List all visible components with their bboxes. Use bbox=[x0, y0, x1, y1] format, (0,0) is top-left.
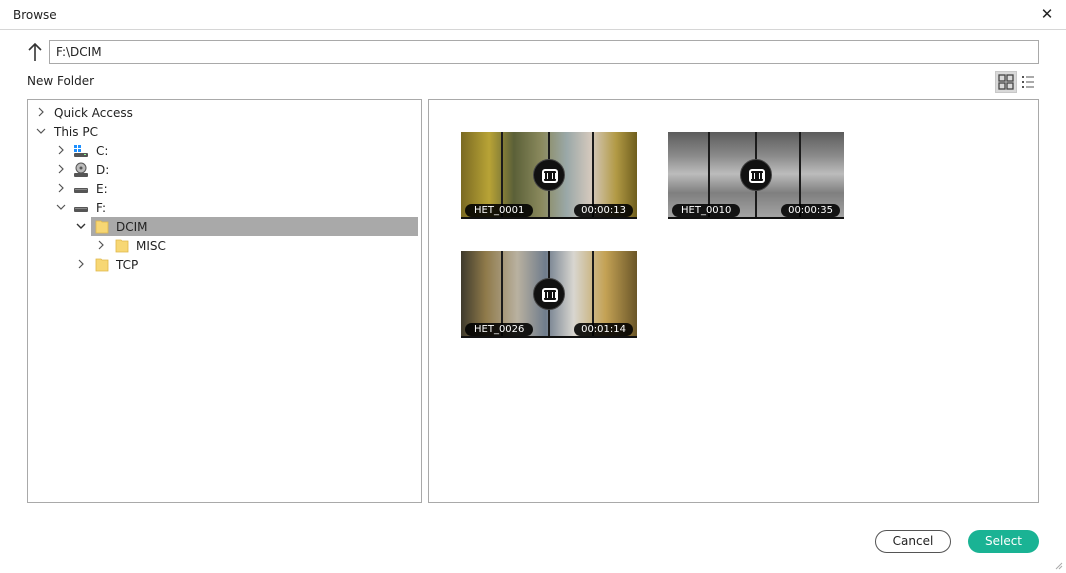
tree-item-label: MISC bbox=[136, 239, 166, 253]
video-name: HET_0010 bbox=[672, 204, 741, 217]
tree-item-d-drive[interactable]: D: bbox=[28, 160, 421, 179]
tree-item-label: TCP bbox=[116, 258, 139, 272]
video-play-icon bbox=[533, 278, 565, 310]
drive-icon bbox=[74, 207, 88, 212]
new-folder-button[interactable]: New Folder bbox=[27, 74, 94, 88]
cancel-button[interactable]: Cancel bbox=[875, 530, 951, 553]
title-bar: Browse ✕ bbox=[0, 0, 1066, 30]
path-input[interactable] bbox=[49, 40, 1039, 64]
windows-drive-icon bbox=[74, 145, 88, 157]
chevron-right-icon[interactable] bbox=[95, 239, 107, 251]
tree-item-c-drive[interactable]: C: bbox=[28, 141, 421, 160]
chevron-right-icon[interactable] bbox=[75, 258, 87, 270]
video-play-icon bbox=[740, 159, 772, 191]
thumbnail-border bbox=[461, 336, 637, 338]
tree-item-tcp[interactable]: TCP bbox=[28, 255, 421, 274]
folder-icon bbox=[95, 258, 109, 272]
tree-item-label: C: bbox=[96, 144, 109, 158]
tree-item-label: D: bbox=[96, 163, 110, 177]
tree-item-misc[interactable]: MISC bbox=[28, 236, 421, 255]
folder-icon bbox=[115, 239, 129, 253]
video-duration: 00:00:35 bbox=[781, 204, 840, 217]
up-arrow-icon[interactable] bbox=[26, 41, 44, 63]
video-thumbnail[interactable]: HET_0026 00:01:14 bbox=[461, 251, 637, 338]
tree-item-label: E: bbox=[96, 182, 108, 196]
resize-grip-icon[interactable] bbox=[1053, 560, 1063, 570]
list-view-icon[interactable] bbox=[1019, 71, 1037, 93]
tree-item-label: DCIM bbox=[116, 220, 148, 234]
thumbnail-border bbox=[461, 217, 637, 219]
film-icon bbox=[542, 288, 558, 302]
window-title: Browse bbox=[13, 8, 57, 22]
tree-item-label: This PC bbox=[54, 125, 98, 139]
chevron-down-icon[interactable] bbox=[55, 201, 67, 213]
chevron-right-icon[interactable] bbox=[55, 163, 67, 175]
tree-item-label: Quick Access bbox=[54, 106, 133, 120]
video-duration: 00:01:14 bbox=[574, 323, 633, 336]
chevron-right-icon[interactable] bbox=[55, 144, 67, 156]
folder-tree: Quick Access This PC C: D: E: F: DCIM MI… bbox=[27, 99, 422, 503]
video-thumbnail[interactable]: HET_0001 00:00:13 bbox=[461, 132, 637, 219]
grid-view-icon[interactable] bbox=[995, 71, 1017, 93]
video-name: HET_0001 bbox=[465, 204, 534, 217]
tree-item-dcim[interactable]: DCIM bbox=[28, 217, 421, 236]
tree-item-label: F: bbox=[96, 201, 107, 215]
chevron-down-icon[interactable] bbox=[75, 220, 87, 232]
chevron-down-icon[interactable] bbox=[35, 125, 47, 137]
tree-item-e-drive[interactable]: E: bbox=[28, 179, 421, 198]
tree-item-f-drive[interactable]: F: bbox=[28, 198, 421, 217]
tree-item-this-pc[interactable]: This PC bbox=[28, 122, 421, 141]
video-play-icon bbox=[533, 159, 565, 191]
film-icon bbox=[542, 169, 558, 183]
file-grid: HET_0001 00:00:13 HET_0010 00:00:35 HET_… bbox=[428, 99, 1039, 503]
video-name: HET_0026 bbox=[465, 323, 534, 336]
chevron-right-icon[interactable] bbox=[55, 182, 67, 194]
optical-drive-icon bbox=[74, 162, 88, 177]
tree-item-quick-access[interactable]: Quick Access bbox=[28, 103, 421, 122]
folder-icon bbox=[95, 220, 109, 234]
drive-icon bbox=[74, 188, 88, 193]
video-duration: 00:00:13 bbox=[574, 204, 633, 217]
film-icon bbox=[749, 169, 765, 183]
video-thumbnail[interactable]: HET_0010 00:00:35 bbox=[668, 132, 844, 219]
thumbnail-border bbox=[668, 217, 844, 219]
close-button[interactable]: ✕ bbox=[1038, 5, 1056, 23]
chevron-right-icon[interactable] bbox=[35, 106, 47, 118]
select-button[interactable]: Select bbox=[968, 530, 1039, 553]
